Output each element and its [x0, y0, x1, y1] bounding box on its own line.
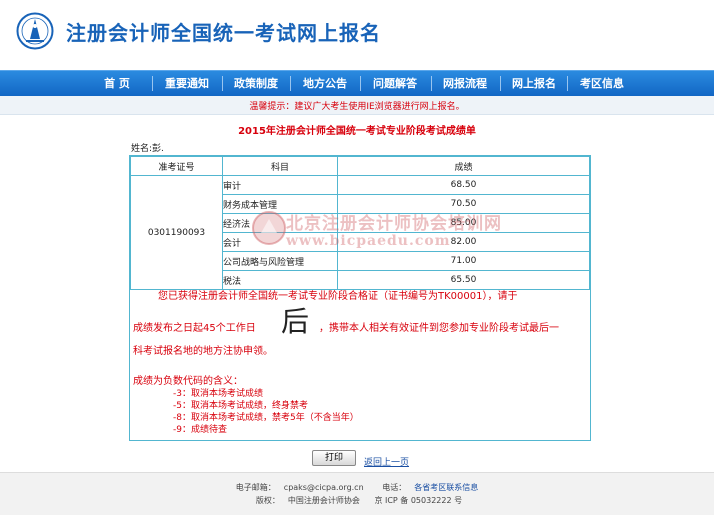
nav-item-notices[interactable]: 重要通知 [157, 71, 217, 96]
name-label: 姓名: [131, 144, 153, 154]
score-cell: 70.50 [337, 194, 590, 214]
cert-line-2a: 成绩发布之日起45个工作日 [133, 323, 256, 334]
subject-cell: 财务成本管理 [222, 194, 338, 214]
negative-code-title: 成绩为负数代码的含义： [133, 376, 243, 387]
header-subject: 科目 [222, 156, 338, 176]
site-header: 注册会计师全国统一考试网上报名 [0, 0, 714, 70]
cert-line-2b: ，携带本人相关有效证件到您参加专业阶段考试最后一 [319, 323, 559, 334]
notice-bar: 温馨提示：建议广大考生使用IE浏览器进行网上报名。 [0, 96, 714, 115]
nav-item-policy[interactable]: 政策制度 [226, 71, 286, 96]
cert-line-3: 科考试报名地的地方注协申领。 [133, 346, 273, 357]
nav-item-local-announcements[interactable]: 地方公告 [294, 71, 356, 96]
email-label: 电子邮箱： [235, 483, 276, 492]
nav-divider [290, 76, 291, 91]
report-title: 2015年注册会计师全国统一考试专业阶段考试成绩单 [238, 126, 476, 137]
candidate-name: 姓名:彭. [131, 141, 164, 154]
name-value: 彭. [152, 144, 164, 154]
table-header-row: 准考证号 科目 成绩 [130, 156, 590, 176]
cert-line-1: 您已获得注册会计师全国统一考试专业阶段合格证（证书编号为TK00001），请于 [158, 291, 518, 302]
copyright-label: 版权： [255, 496, 280, 505]
phone-label: 电话： [382, 483, 407, 492]
cicpa-logo-icon [16, 12, 54, 50]
nav-item-home[interactable]: 首 页 [88, 71, 146, 96]
icp-number: 京 ICP 备 05032222 号 [374, 496, 463, 505]
subject-cell: 经济法 [222, 213, 338, 233]
nav-item-online-registration[interactable]: 网上报名 [503, 71, 565, 96]
subject-cell: 税法 [222, 270, 338, 290]
score-cell: 65.50 [337, 270, 590, 290]
nav-divider [500, 76, 501, 91]
phone-contact-link[interactable]: 各省考区联系信息 [414, 483, 478, 492]
score-cell: 82.00 [337, 232, 590, 252]
score-cell: 68.50 [337, 175, 590, 195]
header-score: 成绩 [337, 156, 590, 176]
subject-cell: 审计 [222, 175, 338, 195]
score-report: 准考证号 科目 成绩 0301190093 审计 68.50 财务成本管理 70… [129, 155, 591, 441]
browser-notice: 温馨提示：建议广大考生使用IE浏览器进行网上报名。 [249, 102, 465, 112]
nav-divider [567, 76, 568, 91]
back-link[interactable]: 返回上一页 [364, 455, 409, 468]
score-cell: 71.00 [337, 251, 590, 271]
subject-cell: 公司战略与风险管理 [222, 251, 338, 271]
footer-contact: 电子邮箱： cpaks@cicpa.org.cn 电话： 各省考区联系信息 [0, 482, 714, 493]
footer-copyright: 版权： 中国注册会计师协会 京 ICP 备 05032222 号 [0, 495, 714, 506]
nav-divider [222, 76, 223, 91]
main-nav: 首 页 重要通知 政策制度 地方公告 问题解答 网报流程 网上报名 考区信息 [0, 70, 714, 97]
negative-code-item: -9：成绩待查 [173, 425, 227, 435]
table-row: 0301190093 审计 68.50 [130, 175, 590, 290]
print-button[interactable]: 打印 [312, 450, 356, 466]
header-candidate-id: 准考证号 [130, 156, 223, 176]
subject-cell: 会计 [222, 232, 338, 252]
email-address: cpaks@cicpa.org.cn [283, 483, 364, 492]
site-title: 注册会计师全国统一考试网上报名 [66, 21, 381, 45]
nav-item-process[interactable]: 网报流程 [434, 71, 496, 96]
score-cell: 85.00 [337, 213, 590, 233]
nav-divider [360, 76, 361, 91]
copyright-owner: 中国注册会计师协会 [287, 496, 360, 505]
nav-item-exam-areas[interactable]: 考区信息 [571, 71, 633, 96]
nav-divider [152, 76, 153, 91]
candidate-id: 0301190093 [130, 175, 223, 290]
nav-item-faq[interactable]: 问题解答 [364, 71, 426, 96]
site-footer: 电子邮箱： cpaks@cicpa.org.cn 电话： 各省考区联系信息 版权： 中… [0, 472, 714, 515]
nav-divider [431, 76, 432, 91]
cert-large-char: 后 [281, 305, 310, 338]
score-table: 准考证号 科目 成绩 0301190093 审计 68.50 财务成本管理 70… [130, 156, 590, 290]
